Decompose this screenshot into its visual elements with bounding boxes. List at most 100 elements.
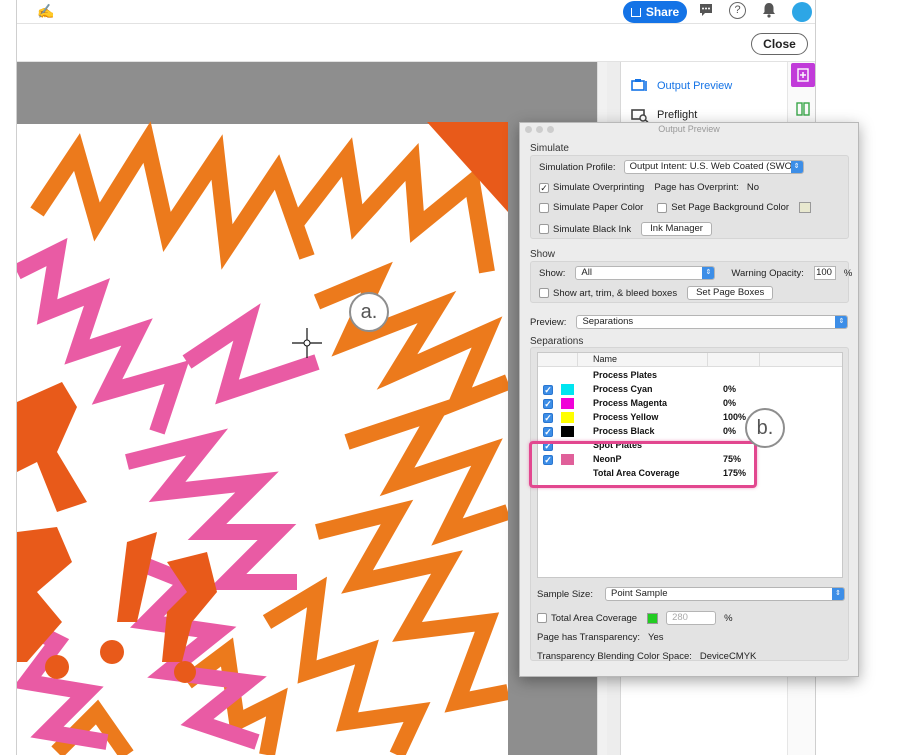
comic-burst-artwork (17, 62, 508, 755)
separation-name: Process Black (593, 426, 655, 436)
blend-space-label: Transparency Blending Color Space: (537, 651, 692, 662)
set-page-boxes-button[interactable]: Set Page Boxes (687, 286, 774, 300)
show-select[interactable]: All ⇕ (575, 266, 716, 280)
chevron-updown-icon: ⇕ (702, 267, 715, 279)
avatar[interactable] (792, 2, 812, 22)
separation-name: Process Magenta (593, 398, 668, 408)
separation-checkbox[interactable]: ✓ (543, 413, 553, 423)
close-window-icon[interactable] (525, 126, 532, 133)
organize-pages-icon[interactable] (791, 97, 815, 121)
separation-percent: 0% (723, 398, 737, 408)
separation-name: Process Yellow (593, 412, 659, 422)
share-label: Share (645, 5, 680, 19)
separation-row[interactable]: ✓ Process Black 0% (538, 425, 842, 439)
header-cell-check (538, 353, 578, 366)
show-group: Show: All ⇕ Warning Opacity: 100 % Show … (530, 261, 852, 303)
output-preview-label: Output Preview (657, 80, 733, 92)
dialog-title-bar[interactable]: Output Preview (520, 123, 858, 136)
boxes-row: Show art, trim, & bleed boxes Set Page B… (539, 286, 774, 300)
chevron-updown-icon: ⇕ (790, 161, 803, 173)
sample-size-row: Sample Size: Point Sample ⇕ (537, 587, 845, 601)
tac-color-swatch[interactable] (647, 612, 659, 624)
show-heading: Show (530, 249, 556, 260)
minimize-window-icon[interactable] (536, 126, 543, 133)
simulate-black-ink-label: Simulate Black Ink (553, 223, 632, 235)
simulate-heading: Simulate (530, 143, 569, 154)
simulation-profile-label: Simulation Profile: (539, 161, 616, 173)
preflight-icon (631, 109, 649, 123)
blend-space-value: DeviceCMYK (699, 651, 757, 662)
show-row: Show: All ⇕ Warning Opacity: 100 % (539, 266, 852, 280)
name-header: Name (593, 354, 618, 364)
preview-value: Separations (582, 316, 634, 327)
preview-label: Preview: (530, 316, 567, 328)
separation-checkbox[interactable]: ✓ (543, 385, 553, 395)
preview-row: Preview: Separations ⇕ (530, 315, 849, 329)
top-bar: ✍ Share ? (17, 0, 815, 24)
separation-checkbox[interactable]: ✓ (543, 427, 553, 437)
set-page-background-checkbox[interactable] (657, 202, 668, 213)
ink-swatch (561, 398, 574, 409)
bell-icon[interactable] (760, 2, 778, 20)
window-controls (525, 126, 554, 133)
close-button[interactable]: Close (751, 33, 808, 55)
paper-color-row: Simulate Paper Color Set Page Background… (539, 202, 812, 213)
preflight-label: Preflight (657, 109, 698, 121)
header-cell-pct (708, 353, 760, 366)
show-boxes-label: Show art, trim, & bleed boxes (553, 287, 678, 299)
simulate-black-ink-checkbox[interactable] (539, 224, 549, 234)
warning-opacity-label: Warning Opacity: (731, 267, 804, 279)
set-page-background-label: Set Page Background Color (671, 202, 790, 213)
show-boxes-checkbox[interactable] (539, 288, 549, 298)
callout-b: b. (745, 408, 785, 448)
ink-manager-button[interactable]: Ink Manager (641, 222, 712, 236)
simulation-profile-value: Output Intent: U.S. Web Coated (SWOP)... (629, 161, 804, 172)
simulate-overprinting-label: Simulate Overprinting (553, 182, 645, 193)
simulate-group: Simulation Profile: Output Intent: U.S. … (530, 155, 849, 239)
ink-swatch (561, 384, 574, 395)
separation-percent: 100% (723, 412, 747, 422)
output-preview-dialog: Output Preview Simulate Simulation Profi… (519, 122, 859, 677)
show-value: All (581, 267, 592, 278)
separation-row[interactable]: Process Plates (538, 369, 842, 383)
warning-opacity-input[interactable]: 100 (813, 266, 836, 280)
chevron-updown-icon: ⇕ (835, 316, 848, 328)
separation-row[interactable]: ✓ Process Yellow 100% (538, 411, 842, 425)
create-pdf-icon[interactable] (791, 63, 815, 87)
separation-row[interactable]: ✓ Process Cyan 0% (538, 383, 842, 397)
transparency-value: Yes (647, 632, 664, 643)
simulate-paper-color-label: Simulate Paper Color (553, 202, 644, 213)
table-header: Name (538, 353, 842, 367)
transparency-label: Page has Transparency: (537, 632, 640, 643)
simulate-paper-color-checkbox[interactable] (539, 202, 549, 213)
help-icon[interactable]: ? (729, 2, 746, 19)
separation-checkbox[interactable]: ✓ (543, 399, 553, 409)
warning-opacity-percent: % (843, 267, 853, 279)
separation-percent: 0% (723, 426, 737, 436)
sample-size-select[interactable]: Point Sample ⇕ (604, 587, 845, 601)
simulation-profile-row: Simulation Profile: Output Intent: U.S. … (539, 160, 804, 174)
black-ink-row: Simulate Black Ink Ink Manager (539, 222, 712, 236)
zoom-window-icon[interactable] (547, 126, 554, 133)
share-button[interactable]: Share (623, 1, 687, 23)
document-page[interactable] (17, 62, 508, 755)
total-area-coverage-checkbox[interactable] (537, 613, 547, 623)
chevron-updown-icon: ⇕ (831, 588, 844, 600)
simulate-overprinting-checkbox[interactable]: ✓ (539, 182, 549, 193)
transparency-row: Page has Transparency: Yes (537, 632, 663, 643)
ink-swatch (561, 412, 574, 423)
callout-a: a. (349, 292, 389, 332)
background-color-swatch[interactable] (799, 202, 812, 213)
separation-name: Process Plates (593, 370, 658, 380)
fill-sign-icon[interactable]: ✍ (37, 3, 54, 20)
total-area-coverage-label: Total Area Coverage (551, 612, 638, 624)
show-label: Show: (539, 267, 566, 279)
simulation-profile-select[interactable]: Output Intent: U.S. Web Coated (SWOP)...… (623, 160, 804, 174)
comment-icon[interactable] (697, 2, 715, 20)
preview-select[interactable]: Separations ⇕ (576, 315, 849, 329)
share-icon (630, 7, 641, 17)
tac-percent: % (724, 612, 733, 624)
output-preview-tool[interactable]: Output Preview (631, 76, 732, 96)
tac-value-select[interactable]: 280 (666, 611, 717, 625)
separation-row[interactable]: ✓ Process Magenta 0% (538, 397, 842, 411)
